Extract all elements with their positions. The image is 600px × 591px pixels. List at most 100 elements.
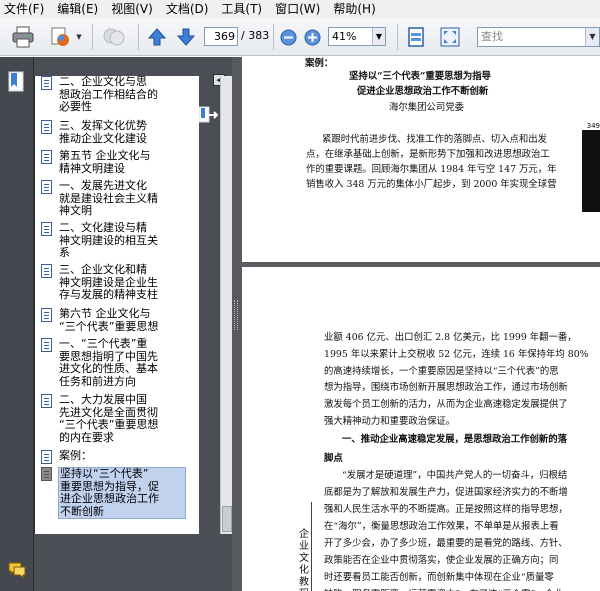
menu-item[interactable]: 文档(D) bbox=[166, 0, 209, 18]
fit-page-icon bbox=[408, 27, 424, 47]
bookmark-label: 第五节 企业文化与 精神文明建设 bbox=[59, 149, 151, 175]
full-screen-button[interactable] bbox=[437, 25, 463, 49]
menu-item[interactable]: 窗口(W) bbox=[275, 0, 320, 18]
previous-page-button[interactable] bbox=[145, 26, 169, 48]
scrollbar-thumb[interactable] bbox=[222, 506, 232, 532]
running-header-vertical: 企 业 文 化 教 程 bbox=[299, 529, 309, 591]
page-icon bbox=[41, 450, 52, 464]
page-icon bbox=[41, 180, 52, 194]
zoom-in-button[interactable] bbox=[303, 28, 321, 46]
arrow-down-icon bbox=[176, 28, 196, 46]
page-icon bbox=[41, 120, 52, 134]
page-number-input[interactable]: 369 bbox=[204, 27, 238, 46]
toolbar-separator bbox=[92, 24, 93, 50]
page-total: / 383 bbox=[241, 29, 270, 42]
bookmark-export-icon bbox=[198, 106, 219, 123]
text-line: 业额 406 亿元、出口创汇 2.8 亿美元，比 1999 年翻一番， bbox=[324, 332, 577, 343]
text-line: 开了多少会，办了多少班，最重要的是看党的路线、方针、 bbox=[324, 538, 568, 549]
text-line: 想为指导，围绕市场创新开展思想政治工作，通过市场创新 bbox=[324, 382, 568, 393]
arrow-up-icon bbox=[147, 28, 167, 46]
text-line: 强大精神动力和重要政治保证。 bbox=[324, 416, 456, 427]
menu-item[interactable]: 视图(V) bbox=[111, 0, 153, 18]
text-line: 强和人民生活水平的不断提高。正是按照这样的指导思想， bbox=[324, 504, 568, 515]
navigation-rail bbox=[0, 57, 34, 591]
create-dropdown-arrow[interactable]: ▼ bbox=[75, 32, 83, 42]
comment-icon bbox=[8, 562, 26, 579]
text-line: 缺陷，服务零距离，运营零资本”，有了这“三个零”，企业 bbox=[324, 586, 563, 591]
article-subtitle: 促进企业思想政治工作不断创新 bbox=[357, 86, 489, 97]
article-author: 海尔集团公司党委 bbox=[389, 102, 465, 113]
bookmark-scrollbar[interactable] bbox=[220, 76, 232, 534]
text-line: 时还要看员工能否创新，而创新集中体现在企业“质量零 bbox=[324, 572, 554, 583]
page-icon bbox=[41, 264, 52, 278]
page-icon bbox=[41, 394, 52, 408]
menu-item[interactable]: 工具(T) bbox=[221, 0, 262, 18]
zoom-in-icon bbox=[304, 29, 320, 45]
text-line: 在“海尔”，衡量思想政治工作效果，不单单是从报表上看 bbox=[324, 521, 559, 532]
bookmark-tree: 二、企业文化与思 想政治工作相结合的 必要性三、发挥文化优势 推动企业文化建设第… bbox=[34, 76, 199, 534]
text-line: 作的重要课题。回顾海尔集团从 1984 年亏空 147 万元，年 bbox=[306, 164, 557, 175]
page-side-number: 349 bbox=[586, 122, 600, 130]
text-line: 激发每个员工创新的活力，从而为企业高速稳定发展提供了 bbox=[324, 399, 568, 410]
text-line: 点，在继承基础上创新，是新形势下加强和改进思想政治工 bbox=[306, 149, 550, 160]
bookmark-label: 案例： bbox=[59, 449, 92, 462]
bookmark-label: 坚持以“三个代表” 重要思想为指导，促 进企业思想政治工作 不断创新 bbox=[58, 467, 186, 519]
toolbar: ▼ 369 / 383 41% ▼ 查找 ▼ bbox=[0, 18, 600, 56]
chevron-down-icon[interactable]: ▼ bbox=[585, 28, 599, 46]
menu-bar: 文件(F) 编辑(E) 视图(V) 文档(D) 工具(T) 窗口(W) 帮助(H) bbox=[0, 0, 600, 18]
text-line: 紧跟时代前进步伐、找准工作的落脚点、切入点和出发 bbox=[322, 134, 548, 145]
menu-item[interactable]: 帮助(H) bbox=[333, 0, 375, 18]
zoom-level-value: 41% bbox=[332, 30, 357, 43]
margin-rule bbox=[311, 502, 312, 591]
page-icon bbox=[41, 222, 52, 236]
bookmark-label: 二、企业文化与思 想政治工作相结合的 必要性 bbox=[59, 76, 158, 113]
bookmark-icon bbox=[8, 71, 24, 92]
page-icon bbox=[41, 467, 52, 481]
create-icon bbox=[51, 27, 69, 46]
text-line: 一、推动企业高速稳定发展，是思想政治工作创新的落 bbox=[342, 434, 568, 445]
splitter-grip[interactable] bbox=[234, 300, 238, 330]
bookmark-label: 三、企业文化和精 神文明建设是企业生 存与发展的精神支柱 bbox=[59, 263, 158, 301]
page-icon bbox=[41, 150, 52, 164]
zoom-out-icon bbox=[280, 29, 296, 45]
full-screen-icon bbox=[440, 27, 460, 47]
toolbar-separator bbox=[397, 24, 398, 50]
case-label: 案例： bbox=[305, 58, 334, 69]
page-icon bbox=[41, 308, 52, 322]
bookmarks-tab-button[interactable] bbox=[7, 70, 27, 94]
article-title: 坚持以“三个代表”重要思想为指导 bbox=[349, 71, 492, 82]
page-icon bbox=[41, 76, 52, 90]
menu-item[interactable]: 编辑(E) bbox=[57, 0, 98, 18]
next-page-button[interactable] bbox=[174, 26, 198, 48]
menu-item[interactable]: 文件(F) bbox=[4, 0, 44, 18]
comments-tab-button[interactable] bbox=[6, 560, 28, 580]
collaborate-button[interactable] bbox=[100, 25, 128, 49]
text-line: 政策能否在企业中贯彻落实，使企业发展的正确方向；同 bbox=[324, 555, 559, 566]
printer-icon bbox=[12, 26, 34, 48]
bookmark-label: 第六节 企业文化与 “三个代表”重要思想 bbox=[59, 307, 159, 333]
page-side-tab bbox=[582, 130, 600, 212]
document-page: 业额 406 亿元、出口创汇 2.8 亿美元，比 1999 年翻一番， 1995 … bbox=[242, 267, 600, 591]
zoom-level-select[interactable]: 41% ▼ bbox=[328, 27, 386, 46]
text-line: 的高速持续增长，一个重要原因是坚持以“三个代表”的思 bbox=[324, 366, 559, 377]
chevron-down-icon[interactable]: ▼ bbox=[372, 28, 385, 45]
zoom-out-button[interactable] bbox=[279, 28, 297, 46]
expand-bookmark-button[interactable] bbox=[196, 105, 220, 125]
text-line: 脚点 bbox=[324, 453, 343, 464]
fit-page-button[interactable] bbox=[404, 25, 428, 49]
document-page: 案例： 坚持以“三个代表”重要思想为指导 促进企业思想政治工作不断创新 海尔集团… bbox=[242, 57, 600, 262]
text-line: 1995 年以来累计上交税收 52 亿元，连续 16 年保持年均 80% bbox=[324, 349, 589, 360]
toolbar-separator bbox=[138, 24, 139, 50]
bookmark-label: 一、发展先进文化 就是建设社会主义精 神文明 bbox=[59, 179, 158, 217]
find-input[interactable]: 查找 ▼ bbox=[477, 27, 600, 47]
document-view[interactable]: 案例： 坚持以“三个代表”重要思想为指导 促进企业思想政治工作不断创新 海尔集团… bbox=[240, 57, 600, 591]
print-button[interactable] bbox=[10, 25, 36, 49]
toolbar-separator bbox=[273, 24, 274, 50]
page-icon bbox=[41, 338, 52, 352]
bookmark-label: 三、发挥文化优势 推动企业文化建设 bbox=[59, 119, 147, 145]
create-pdf-button[interactable] bbox=[46, 25, 74, 49]
text-line: “发展才是硬道理”，中国共产党人的一切奋斗，归根结 bbox=[342, 470, 568, 481]
bookmark-label: 一、“三个代表”重 要思想指明了中国先 进文化的性质、基本 任务和前进方向 bbox=[59, 337, 158, 388]
text-line: 销售收入 348 万元的集体小厂起步，到 2000 年实现全球营 bbox=[306, 179, 557, 190]
find-placeholder: 查找 bbox=[481, 30, 503, 43]
